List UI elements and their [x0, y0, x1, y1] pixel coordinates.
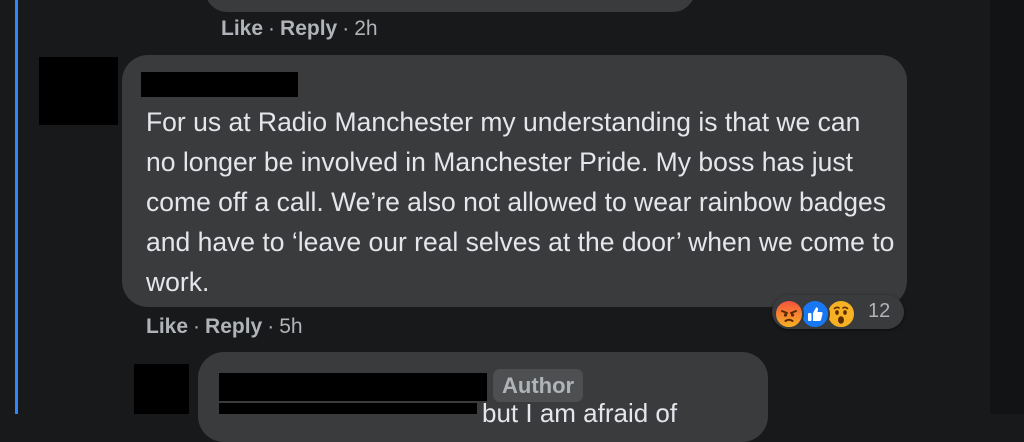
redacted-reply-author-name[interactable]: [219, 373, 487, 401]
like-button[interactable]: Like: [146, 315, 188, 338]
previous-comment-bubble: [205, 0, 695, 12]
separator: ·: [193, 315, 201, 338]
reactions-summary[interactable]: 12: [772, 295, 904, 329]
redacted-reply-text: [219, 403, 477, 414]
redacted-author-name[interactable]: [141, 72, 298, 97]
separator: ·: [267, 315, 275, 338]
comment-text: For us at Radio Manchester my understand…: [146, 107, 895, 297]
separator: ·: [342, 17, 350, 40]
redacted-reply-avatar[interactable]: [134, 364, 189, 414]
wow-reaction-icon: [826, 299, 856, 329]
comment-timestamp[interactable]: 2h: [354, 17, 377, 40]
redacted-avatar[interactable]: [39, 57, 118, 125]
reply-button[interactable]: Reply: [205, 315, 262, 338]
reaction-count: 12: [868, 300, 891, 322]
previous-comment-actions: Like · Reply · 2h: [221, 17, 378, 41]
like-reaction-icon: [800, 299, 830, 329]
angry-reaction-icon: [774, 299, 804, 329]
comment-actions: Like · Reply · 5h: [146, 315, 303, 339]
comment-timestamp[interactable]: 5h: [279, 315, 302, 338]
side-panel: [990, 0, 1024, 414]
separator: ·: [268, 17, 276, 40]
like-button[interactable]: Like: [221, 17, 263, 40]
thread-line: [15, 0, 18, 414]
reply-button[interactable]: Reply: [280, 17, 337, 40]
author-badge: Author: [493, 369, 584, 402]
